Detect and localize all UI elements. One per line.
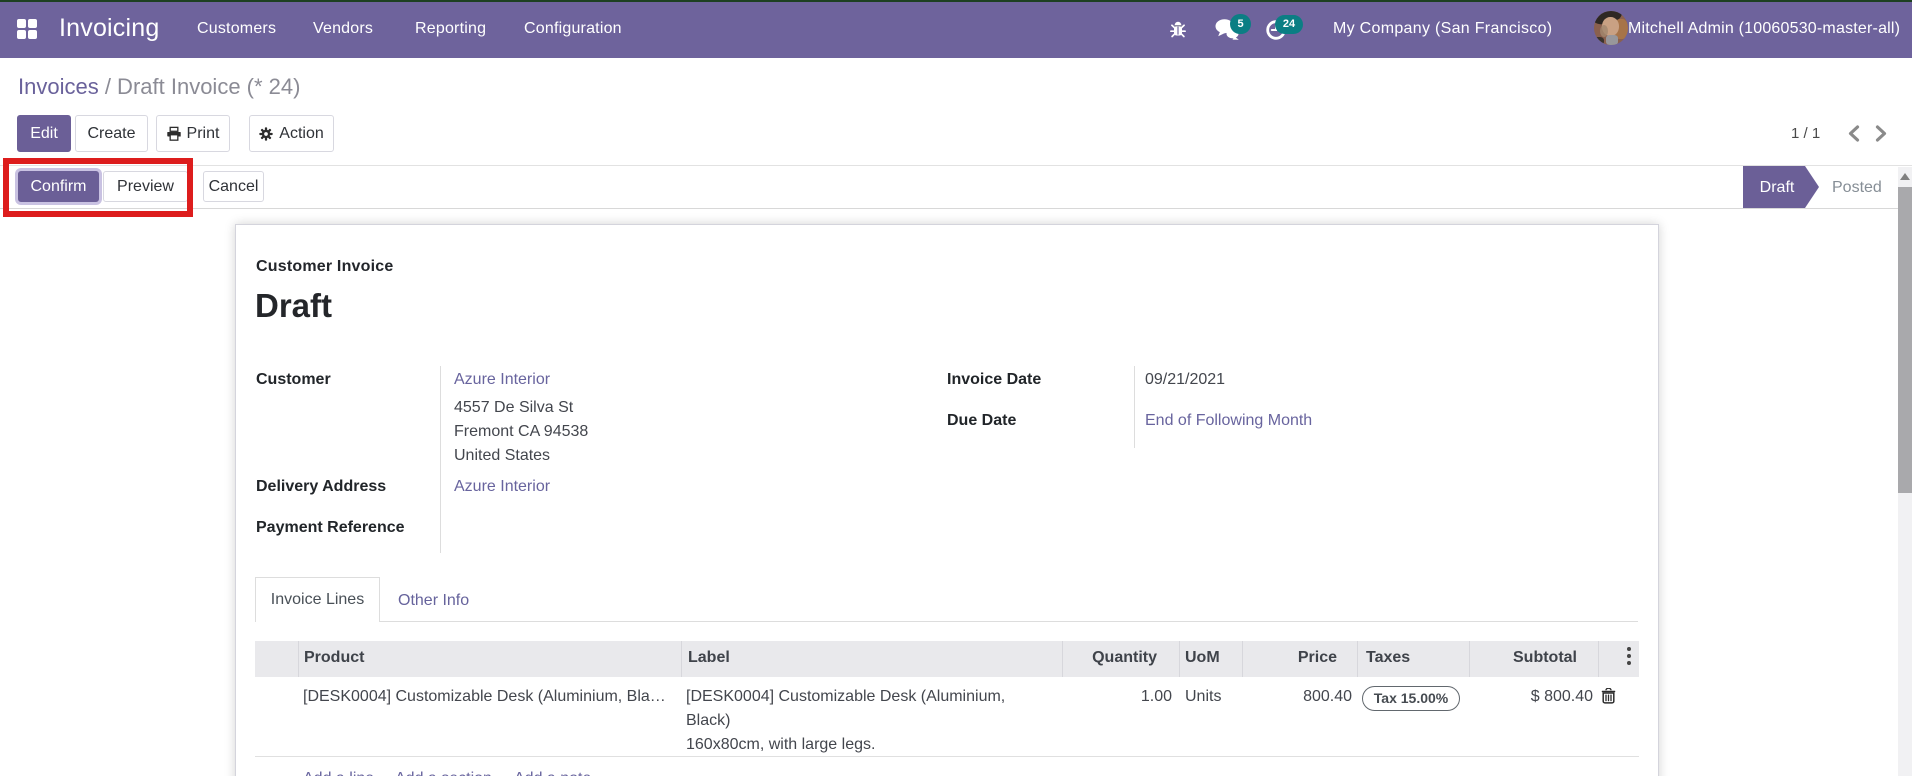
svg-text:Draft: Draft (1760, 179, 1795, 196)
